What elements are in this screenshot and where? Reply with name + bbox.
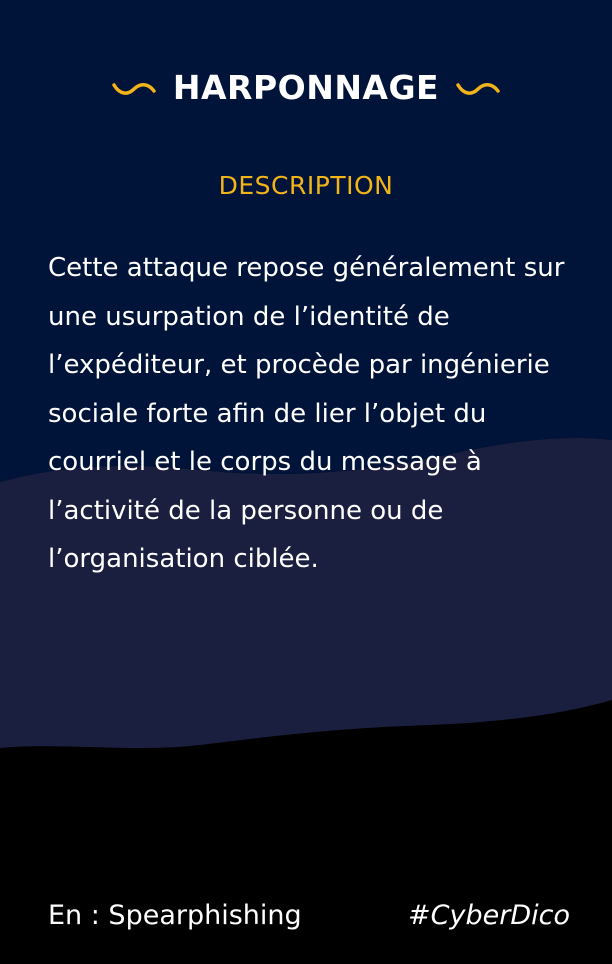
- squiggle-icon: [456, 83, 500, 95]
- english-term: En : Spearphishing: [48, 900, 302, 931]
- section-label: DESCRIPTION: [218, 171, 394, 200]
- title-row: HARPONNAGE: [0, 64, 612, 112]
- glossary-card: HARPONNAGE DESCRIPTION Cette attaque rep…: [0, 0, 612, 964]
- squiggle-icon: [112, 83, 156, 95]
- description-text: Cette attaque repose généralement sur un…: [48, 253, 565, 574]
- hashtag: #CyberDico: [408, 900, 570, 931]
- card-title: HARPONNAGE: [172, 68, 440, 107]
